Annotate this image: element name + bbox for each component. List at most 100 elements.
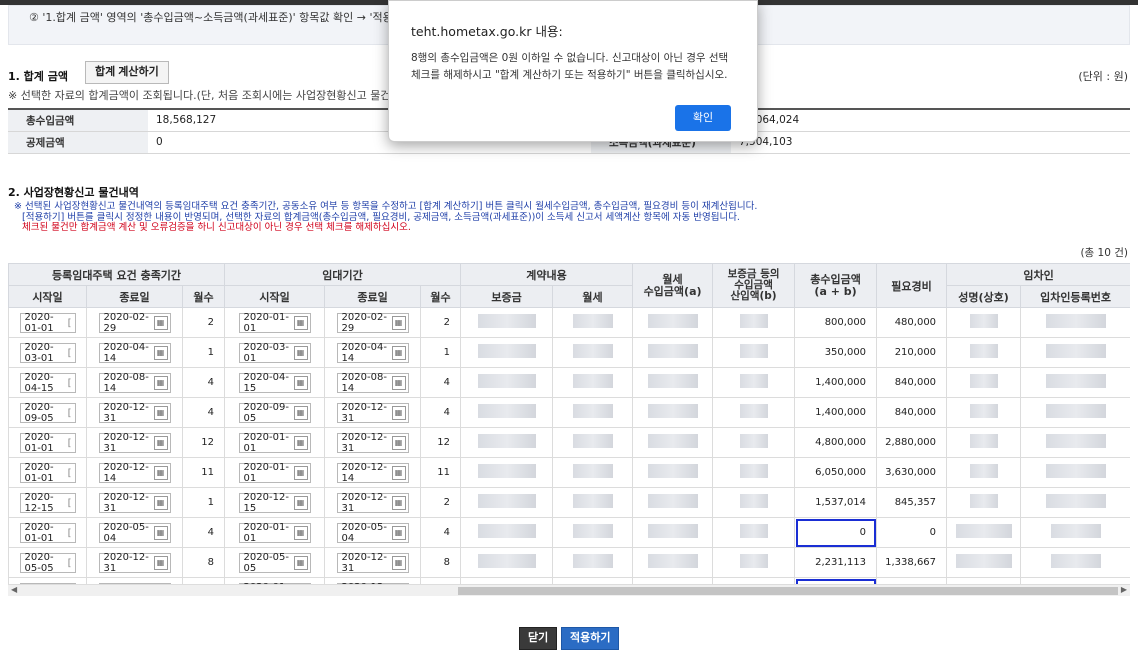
masked-value xyxy=(647,464,698,478)
calendar-icon[interactable]: ▦ xyxy=(153,376,168,390)
date-input[interactable]: 2020-03-01 [ xyxy=(19,342,76,364)
calendar-icon[interactable]: ▦ xyxy=(293,316,308,330)
date-input[interactable]: 2020-12-31 ▦ xyxy=(98,402,171,424)
header-months: 월수 xyxy=(181,285,226,308)
calendar-icon[interactable]: ▦ xyxy=(391,436,406,450)
calendar-icon[interactable]: ▦ xyxy=(153,406,168,420)
calendar-icon[interactable]: ▦ xyxy=(293,406,308,420)
masked-value xyxy=(955,554,1012,568)
close-button[interactable]: 닫기 xyxy=(519,627,558,650)
calendar-icon[interactable]: ▦ xyxy=(153,466,168,480)
calculate-total-button[interactable]: 합계 계산하기 xyxy=(85,61,169,84)
date-input[interactable]: 2020-05-04 ▦ xyxy=(336,522,409,544)
total-income-cell[interactable]: 2,231,113 xyxy=(794,547,878,578)
date-input[interactable]: 2020-04-14 ▦ xyxy=(98,342,171,364)
date-input[interactable]: 2020-01-01 ▦ xyxy=(238,462,311,484)
calendar-icon[interactable]: ▦ xyxy=(293,496,308,510)
date-input[interactable]: 2020-08-14 ▦ xyxy=(98,372,171,394)
date-input[interactable]: 2020-02-29 ▦ xyxy=(336,312,409,334)
masked-value xyxy=(739,524,768,538)
calendar-icon[interactable]: ▦ xyxy=(391,406,406,420)
date-input[interactable]: 2020-02-29 ▦ xyxy=(98,312,171,334)
date-input[interactable]: 2020-12-31 ▦ xyxy=(98,432,171,454)
total-income-cell[interactable]: 1,400,000 xyxy=(794,367,878,398)
alert-dialog: teht.hometax.go.kr 내용: 8행의 총수입금액은 0원 이하일… xyxy=(388,0,758,142)
calendar-icon[interactable]: ▦ xyxy=(153,346,168,360)
date-input[interactable]: 2020-05-05 ▦ xyxy=(238,552,311,574)
calendar-icon[interactable]: ▦ xyxy=(391,346,406,360)
date-input[interactable]: 2020-03-01 ▦ xyxy=(238,342,311,364)
date-input[interactable]: 2020-04-15 [ xyxy=(19,372,76,394)
date-input[interactable]: 2020-01-01 ▦ xyxy=(238,312,311,334)
apply-button[interactable]: 적용하기 xyxy=(561,627,620,650)
expense-cell: 840,000 xyxy=(876,367,948,398)
date-input[interactable]: 2020-01-01 [ xyxy=(19,432,76,454)
property-table-container[interactable]: 등록임대주택 요건 충족기간 임대기간 계약내용 월세 수입금액(a) 보증금 … xyxy=(8,263,1130,594)
months-cell: 11 xyxy=(420,457,462,488)
calendar-icon[interactable]: ▦ xyxy=(153,556,168,570)
total-income-cell[interactable]: 350,000 xyxy=(794,337,878,368)
total-income-cell[interactable]: 1,400,000 xyxy=(794,397,878,428)
calendar-icon[interactable]: ▦ xyxy=(153,316,168,330)
date-input[interactable]: 2020-12-15 [ xyxy=(19,492,76,514)
total-income-cell[interactable]: 0 xyxy=(794,517,878,548)
date-input[interactable]: 2020-01-01 ▦ xyxy=(238,522,311,544)
calendar-icon[interactable]: ▦ xyxy=(391,526,406,540)
calendar-icon[interactable]: ▦ xyxy=(391,556,406,570)
header-tenant-id: 입차인등록번호 xyxy=(1020,285,1130,308)
total-income-cell[interactable]: 1,537,014 xyxy=(794,487,878,518)
calendar-icon[interactable]: ▦ xyxy=(391,496,406,510)
date-input[interactable]: 2020-12-31 ▦ xyxy=(336,432,409,454)
date-input[interactable]: 2020-12-15 ▦ xyxy=(238,492,311,514)
date-input[interactable]: 2020-09-05 ▦ xyxy=(238,402,311,424)
record-count: (총 10 건) xyxy=(1080,247,1128,259)
date-input[interactable]: 2020-12-31 ▦ xyxy=(336,552,409,574)
date-input[interactable]: 2020-01-01 ▦ xyxy=(238,432,311,454)
calendar-icon[interactable]: ▦ xyxy=(153,526,168,540)
date-value: 2020-04-14 xyxy=(341,342,387,364)
dialog-ok-button[interactable]: 확인 xyxy=(675,105,731,131)
calendar-icon[interactable]: ▦ xyxy=(293,526,308,540)
calendar-icon[interactable]: ▦ xyxy=(293,466,308,480)
calendar-icon[interactable]: ▦ xyxy=(391,316,406,330)
date-input[interactable]: 2020-01-01 [ xyxy=(19,312,76,334)
calendar-icon[interactable]: ▦ xyxy=(293,556,308,570)
total-income-cell[interactable]: 6,050,000 xyxy=(794,457,878,488)
expense-cell: 480,000 xyxy=(876,307,948,338)
masked-value xyxy=(969,494,998,508)
calendar-icon[interactable]: ▦ xyxy=(391,376,406,390)
masked-value xyxy=(647,554,698,568)
calendar-icon[interactable]: ▦ xyxy=(153,496,168,510)
calendar-icon[interactable]: ▦ xyxy=(153,436,168,450)
date-input[interactable]: 2020-01-01 [ xyxy=(19,522,76,544)
calendar-icon[interactable]: ▦ xyxy=(293,376,308,390)
masked-value xyxy=(739,434,768,448)
calendar-icon[interactable]: ▦ xyxy=(391,466,406,480)
date-input[interactable]: 2020-01-01 [ xyxy=(19,462,76,484)
masked-value xyxy=(1045,404,1106,418)
date-input[interactable]: 2020-12-31 ▦ xyxy=(98,492,171,514)
date-input[interactable]: 2020-04-15 ▦ xyxy=(238,372,311,394)
horizontal-scrollbar[interactable]: ◀ ▶ xyxy=(8,584,1130,596)
scroll-right-icon[interactable]: ▶ xyxy=(1121,585,1127,594)
date-input[interactable]: 2020-12-31 ▦ xyxy=(336,402,409,424)
date-input[interactable]: 2020-09-05 [ xyxy=(19,402,76,424)
scroll-left-icon[interactable]: ◀ xyxy=(11,585,17,594)
cut-icon: [ xyxy=(67,437,72,449)
scroll-thumb[interactable] xyxy=(458,587,1118,595)
date-input[interactable]: 2020-12-31 ▦ xyxy=(98,552,171,574)
date-input[interactable]: 2020-12-14 ▦ xyxy=(336,462,409,484)
date-input[interactable]: 2020-12-31 ▦ xyxy=(336,492,409,514)
total-income-cell[interactable]: 800,000 xyxy=(794,307,878,338)
date-input[interactable]: 2020-05-05 [ xyxy=(19,552,76,574)
date-value: 2020-05-04 xyxy=(103,522,149,544)
masked-value xyxy=(572,554,613,568)
date-input[interactable]: 2020-05-04 ▦ xyxy=(98,522,171,544)
cut-icon: [ xyxy=(67,377,72,389)
date-input[interactable]: 2020-04-14 ▦ xyxy=(336,342,409,364)
total-income-cell[interactable]: 4,800,000 xyxy=(794,427,878,458)
date-input[interactable]: 2020-12-14 ▦ xyxy=(98,462,171,484)
calendar-icon[interactable]: ▦ xyxy=(293,346,308,360)
calendar-icon[interactable]: ▦ xyxy=(293,436,308,450)
date-input[interactable]: 2020-08-14 ▦ xyxy=(336,372,409,394)
